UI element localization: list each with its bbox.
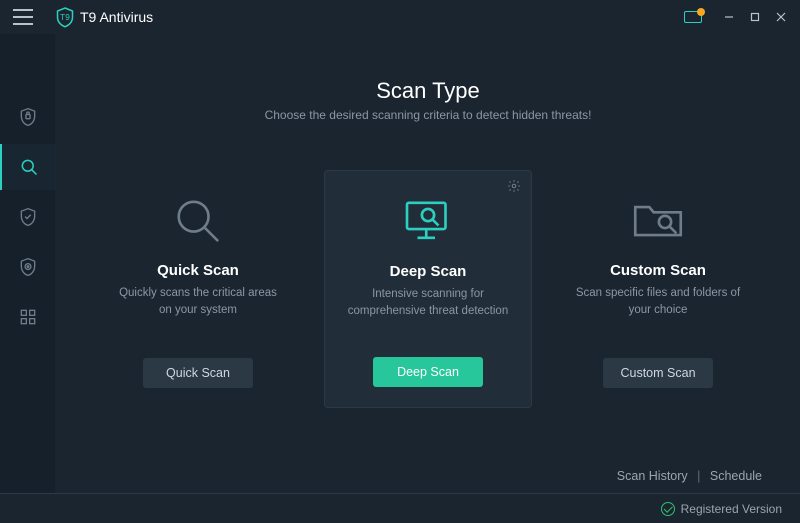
- sidebar-item-scan[interactable]: [0, 144, 56, 190]
- monitor-scan-icon: [397, 191, 459, 253]
- maximize-button[interactable]: [742, 4, 768, 30]
- card-desc: Scan specific files and folders of your …: [572, 285, 744, 346]
- app-brand: T9 T9 Antivirus: [56, 6, 153, 28]
- folder-scan-icon: [627, 190, 689, 252]
- scan-history-link[interactable]: Scan History: [617, 469, 688, 483]
- scan-cards: Quick Scan Quickly scans the critical ar…: [88, 170, 768, 408]
- check-icon: [661, 502, 675, 516]
- minimize-button[interactable]: [716, 4, 742, 30]
- card-title: Quick Scan: [157, 262, 239, 279]
- statusbar: Registered Version: [0, 493, 800, 523]
- svg-text:T9: T9: [60, 13, 70, 22]
- page-subtitle: Choose the desired scanning criteria to …: [88, 108, 768, 122]
- card-desc: Quickly scans the critical areas on your…: [112, 285, 284, 346]
- sidebar: [0, 34, 56, 493]
- card-deep-scan: Deep Scan Intensive scanning for compreh…: [324, 170, 532, 408]
- wallet-icon[interactable]: [684, 11, 702, 23]
- shield-logo-icon: T9: [56, 6, 74, 28]
- magnifier-icon: [167, 190, 229, 252]
- card-custom-scan: Custom Scan Scan specific files and fold…: [554, 170, 762, 408]
- quick-scan-button[interactable]: Quick Scan: [143, 358, 253, 388]
- deep-scan-button[interactable]: Deep Scan: [373, 357, 483, 387]
- custom-scan-button[interactable]: Custom Scan: [603, 358, 713, 388]
- card-title: Deep Scan: [390, 263, 467, 280]
- sidebar-item-apps[interactable]: [0, 294, 56, 340]
- sidebar-item-protection[interactable]: [0, 94, 56, 140]
- titlebar: T9 T9 Antivirus: [0, 0, 800, 34]
- card-desc: Intensive scanning for comprehensive thr…: [343, 286, 513, 345]
- schedule-link[interactable]: Schedule: [710, 469, 762, 483]
- close-button[interactable]: [768, 4, 794, 30]
- card-quick-scan: Quick Scan Quickly scans the critical ar…: [94, 170, 302, 408]
- card-title: Custom Scan: [610, 262, 706, 279]
- registration-status: Registered Version: [681, 502, 782, 516]
- main-panel: Scan Type Choose the desired scanning cr…: [56, 34, 800, 493]
- sidebar-item-firewall[interactable]: [0, 244, 56, 290]
- gear-icon[interactable]: [507, 179, 521, 198]
- sidebar-item-shield-check[interactable]: [0, 194, 56, 240]
- page-title: Scan Type: [88, 78, 768, 104]
- app-title: T9 Antivirus: [80, 9, 153, 25]
- footer-links: Scan History | Schedule: [88, 469, 768, 483]
- menu-button[interactable]: [0, 0, 46, 34]
- separator: |: [697, 469, 700, 483]
